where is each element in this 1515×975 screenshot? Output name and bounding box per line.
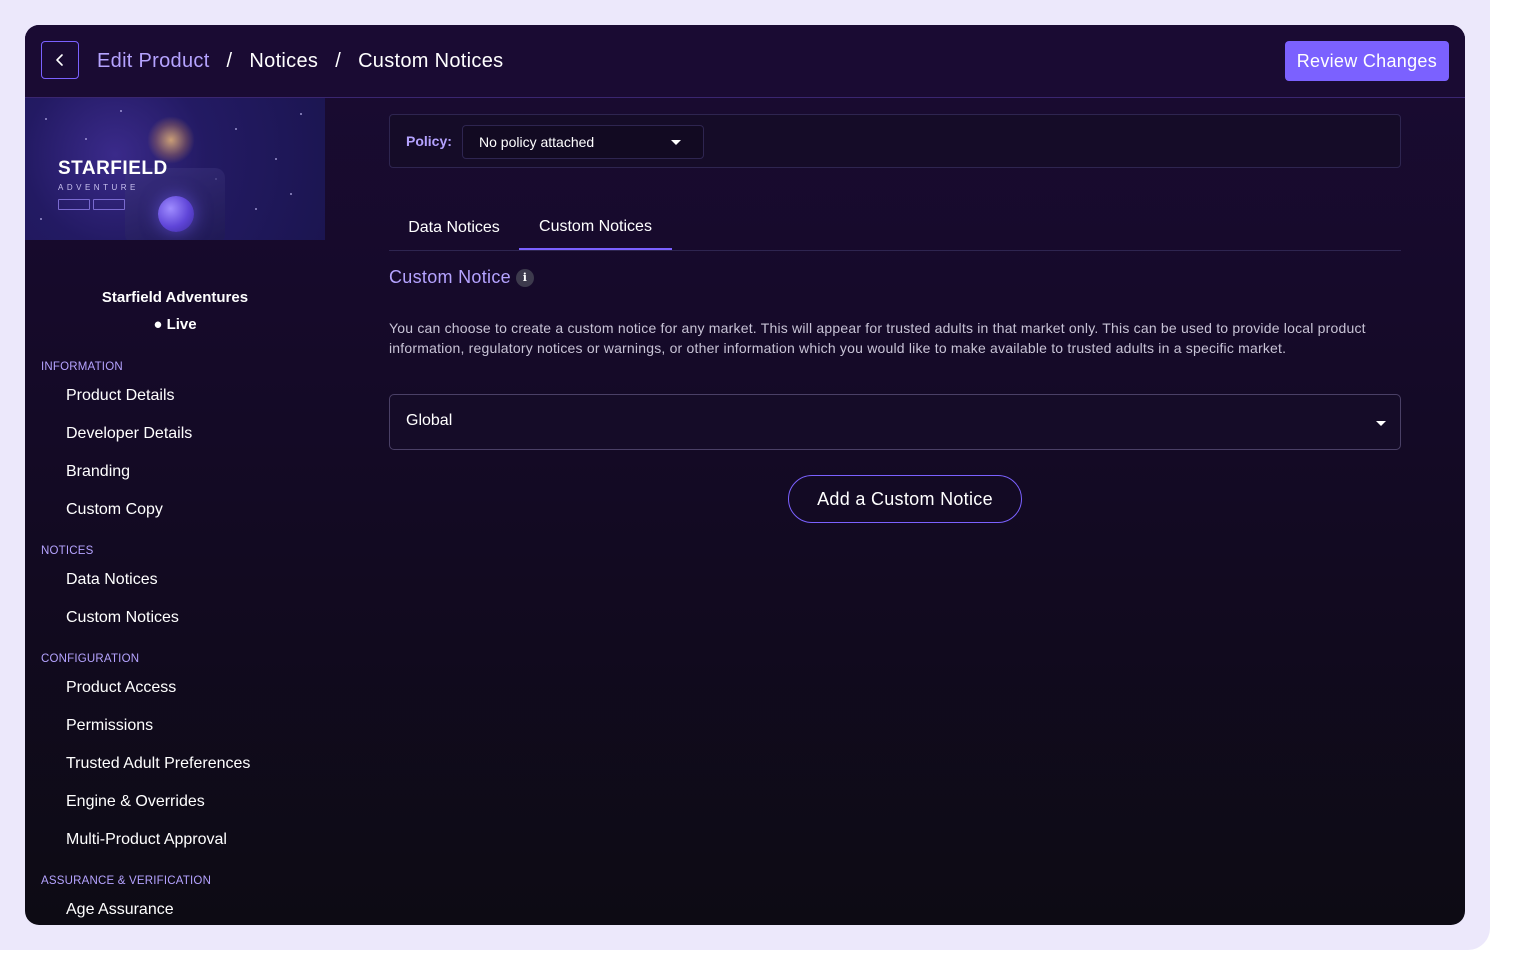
- notice-tabs: Data Notices Custom Notices: [389, 206, 1401, 251]
- window-frame: Edit Product / Notices / Custom Notices …: [0, 0, 1490, 950]
- sidebar-item-custom-copy[interactable]: Custom Copy: [66, 501, 163, 519]
- sidebar-item-age-assurance[interactable]: Age Assurance: [66, 901, 174, 919]
- sidebar-item-trusted-adult-preferences[interactable]: Trusted Adult Preferences: [66, 755, 250, 773]
- product-banner-image: STARFIELD ADVENTURE: [25, 98, 325, 240]
- banner-title: STARFIELD: [58, 158, 168, 179]
- sidebar-item-multi-product-approval[interactable]: Multi-Product Approval: [66, 831, 227, 849]
- chevron-left-icon: [56, 54, 63, 66]
- info-icon[interactable]: i: [515, 268, 534, 287]
- back-button[interactable]: [41, 41, 79, 79]
- review-changes-button[interactable]: Review Changes: [1284, 41, 1449, 81]
- banner-pill: [58, 199, 90, 210]
- tab-custom-notices[interactable]: Custom Notices: [519, 206, 672, 250]
- nav-heading-configuration: CONFIGURATION: [41, 653, 140, 665]
- breadcrumb: Edit Product / Notices / Custom Notices: [97, 47, 503, 75]
- sun-glow: [147, 116, 195, 164]
- market-select[interactable]: Global: [389, 394, 1401, 450]
- add-custom-notice-button[interactable]: Add a Custom Notice: [788, 475, 1022, 523]
- sidebar-item-permissions[interactable]: Permissions: [66, 717, 153, 735]
- sidebar-item-product-access[interactable]: Product Access: [66, 679, 176, 697]
- breadcrumb-separator: /: [335, 49, 342, 72]
- custom-notice-title: Custom Notice: [389, 267, 511, 287]
- planet-icon: [158, 196, 194, 232]
- custom-notice-description: You can choose to create a custom notice…: [389, 320, 1366, 356]
- sidebar-item-engine-overrides[interactable]: Engine & Overrides: [66, 793, 205, 811]
- section-title: Custom Notice i: [389, 267, 534, 288]
- breadcrumb-notices: Notices: [249, 49, 319, 72]
- policy-select-value: No policy attached: [479, 134, 595, 150]
- sidebar-item-data-notices[interactable]: Data Notices: [66, 571, 158, 589]
- policy-select[interactable]: No policy attached: [462, 125, 704, 159]
- caret-down-icon: [1376, 421, 1386, 426]
- breadcrumb-custom-notices: Custom Notices: [358, 49, 504, 72]
- nav-heading-notices: NOTICES: [41, 545, 94, 557]
- breadcrumb-separator: /: [226, 49, 233, 72]
- sidebar-item-custom-notices[interactable]: Custom Notices: [66, 609, 179, 627]
- breadcrumb-edit-product[interactable]: Edit Product: [97, 50, 210, 73]
- policy-bar: Policy: No policy attached: [389, 114, 1401, 168]
- market-select-value: Global: [406, 412, 453, 429]
- nav-heading-information: INFORMATION: [41, 361, 123, 373]
- sidebar: STARFIELD ADVENTURE Starfield Adventures…: [25, 98, 325, 925]
- banner-subtitle: ADVENTURE: [58, 183, 139, 192]
- caret-down-icon: [671, 140, 681, 145]
- status-badge: ● Live: [153, 316, 197, 333]
- tab-data-notices[interactable]: Data Notices: [389, 206, 519, 250]
- product-name: Starfield Adventures: [101, 289, 249, 306]
- sidebar-item-branding[interactable]: Branding: [66, 463, 130, 481]
- sidebar-item-developer-details[interactable]: Developer Details: [66, 425, 192, 443]
- app-window: Edit Product / Notices / Custom Notices …: [25, 25, 1465, 925]
- sidebar-item-product-details[interactable]: Product Details: [66, 387, 175, 405]
- top-bar: Edit Product / Notices / Custom Notices …: [25, 25, 1465, 98]
- nav-heading-assurance: ASSURANCE & VERIFICATION: [41, 875, 212, 887]
- banner-pill: [93, 199, 125, 210]
- policy-label: Policy:: [406, 133, 452, 149]
